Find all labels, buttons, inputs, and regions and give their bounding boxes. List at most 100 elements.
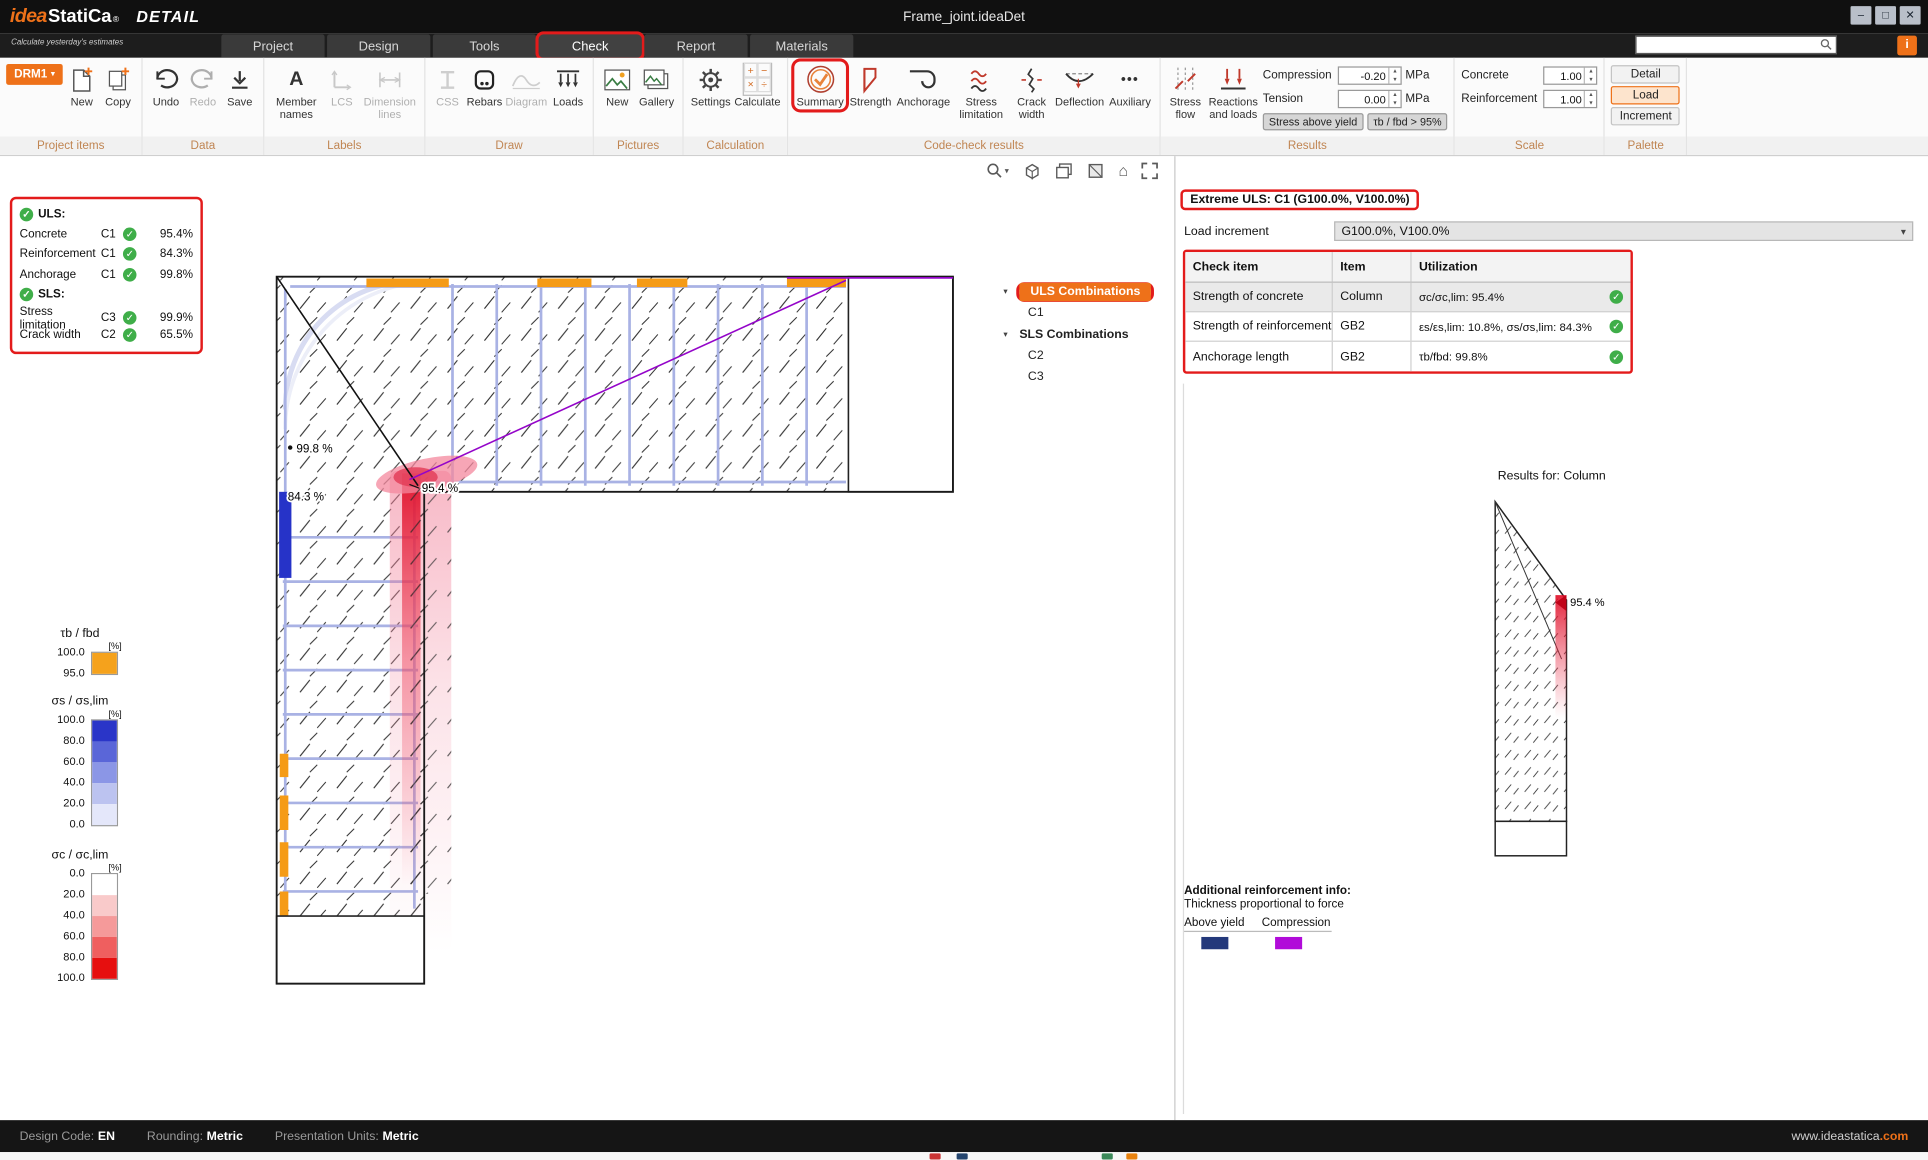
combination-c1[interactable]: C1 bbox=[1028, 306, 1044, 320]
legend-title: τb / fbd bbox=[37, 627, 123, 641]
palette-increment-button[interactable]: Increment bbox=[1611, 107, 1680, 125]
spinner-up-icon[interactable]: ▲ bbox=[1585, 91, 1596, 99]
taskbar-icon[interactable] bbox=[930, 1153, 941, 1159]
load-increment-select[interactable]: G100.0%, V100.0% ▾ bbox=[1334, 221, 1913, 241]
summary-row-crack-width[interactable]: Crack width C2 ✓ 65.5% bbox=[20, 325, 193, 345]
tree-node-uls[interactable]: ▾ ULS Combinations bbox=[1003, 280, 1151, 302]
settings-button[interactable]: Settings bbox=[690, 61, 732, 109]
table-row[interactable]: Strength of concrete Column σc/σc,lim: 9… bbox=[1185, 283, 1630, 313]
tension-row: Tension 0.00 ▲ ▼ MPa bbox=[1263, 87, 1448, 110]
copy-button[interactable]: Copy bbox=[101, 61, 135, 109]
css-label: CSS bbox=[436, 97, 459, 109]
crack-width-button[interactable]: Crack width bbox=[1011, 61, 1053, 121]
deflection-button[interactable]: Deflection bbox=[1055, 61, 1104, 109]
tab-check[interactable]: Check bbox=[539, 34, 642, 57]
undo-button[interactable]: Undo bbox=[149, 61, 183, 109]
strength-button[interactable]: Strength bbox=[848, 61, 892, 109]
tab-project[interactable]: Project bbox=[221, 34, 324, 57]
solid-view-button[interactable] bbox=[1086, 162, 1104, 179]
website-link[interactable]: www.ideastatica.com bbox=[1791, 1129, 1908, 1143]
model-canvas[interactable]: ▾ ⌂ ✓ ULS: Concrete C1 bbox=[0, 156, 1174, 1120]
table-row[interactable]: Anchorage length GB2 τb/fbd: 99.8%✓ bbox=[1185, 342, 1630, 372]
zoom-button[interactable]: ▾ bbox=[986, 162, 1009, 178]
fit-view-button[interactable] bbox=[1142, 162, 1159, 179]
tree-node-c1[interactable]: C1 bbox=[1028, 302, 1152, 323]
home-view-button[interactable]: ⌂ bbox=[1118, 161, 1128, 179]
col-header-item[interactable]: Item bbox=[1333, 252, 1412, 282]
stress-limitation-button[interactable]: Stress limitation bbox=[954, 61, 1008, 121]
stress-flow-button[interactable]: Stress flow bbox=[1167, 61, 1204, 121]
spinner-down-icon[interactable]: ▼ bbox=[1585, 99, 1596, 107]
new-project-item-button[interactable]: New bbox=[65, 61, 98, 109]
spinner-up-icon[interactable]: ▲ bbox=[1389, 68, 1400, 76]
member-names-label: Member names bbox=[271, 97, 323, 121]
taskbar-icon[interactable] bbox=[1126, 1153, 1137, 1159]
spinner-up-icon[interactable]: ▲ bbox=[1389, 91, 1400, 99]
tab-tools[interactable]: Tools bbox=[433, 34, 536, 57]
spinner-arrows[interactable]: ▲ ▼ bbox=[1388, 91, 1400, 107]
view-cube-button[interactable] bbox=[1022, 162, 1040, 179]
minimize-button[interactable]: – bbox=[1851, 6, 1872, 24]
tree-node-c3[interactable]: C3 bbox=[1028, 366, 1152, 387]
tree-node-c2[interactable]: C2 bbox=[1028, 346, 1152, 367]
ribbon-filler bbox=[1688, 58, 1928, 155]
info-button[interactable]: i bbox=[1897, 36, 1917, 56]
loads-button[interactable]: Loads bbox=[550, 61, 587, 109]
stress-flow-label: Stress flow bbox=[1167, 97, 1204, 121]
tb-fbd-toggle[interactable]: τb / fbd > 95% bbox=[1367, 113, 1448, 130]
tree-expand-icon[interactable]: ▾ bbox=[1003, 286, 1013, 296]
sls-combinations-item[interactable]: SLS Combinations bbox=[1019, 328, 1128, 342]
search-input[interactable] bbox=[1635, 36, 1837, 54]
spinner-arrows[interactable]: ▲ ▼ bbox=[1388, 68, 1400, 84]
anchorage-utilization-label: 99.8 % bbox=[296, 442, 332, 455]
summary-row-anchorage[interactable]: Anchorage C1 ✓ 99.8% bbox=[20, 264, 193, 284]
drm-dropdown[interactable]: DRM1 ▾ bbox=[6, 64, 63, 85]
spinner-down-icon[interactable]: ▼ bbox=[1389, 76, 1400, 84]
column-result-drawing[interactable]: 95.4 % bbox=[1463, 487, 1611, 871]
spinner-arrows[interactable]: ▲ ▼ bbox=[1584, 68, 1596, 84]
reinforcement-scale-input[interactable]: 1.00 ▲ ▼ bbox=[1544, 90, 1598, 108]
new-picture-button[interactable]: New bbox=[600, 61, 634, 109]
save-button[interactable]: Save bbox=[223, 61, 257, 109]
member-names-button[interactable]: A Member names bbox=[271, 61, 323, 121]
tension-input[interactable]: 0.00 ▲ ▼ bbox=[1338, 90, 1402, 108]
stress-above-yield-toggle[interactable]: Stress above yield bbox=[1263, 113, 1364, 130]
summary-row-stress-limitation[interactable]: Stress limitation C3 ✓ 99.9% bbox=[20, 304, 193, 324]
palette-load-button[interactable]: Load bbox=[1611, 86, 1680, 104]
close-button[interactable]: ✕ bbox=[1900, 6, 1921, 24]
summary-row-reinforcement[interactable]: Reinforcement C1 ✓ 84.3% bbox=[20, 244, 193, 264]
rebars-button[interactable]: Rebars bbox=[466, 61, 503, 109]
spinner-down-icon[interactable]: ▼ bbox=[1389, 99, 1400, 107]
group-caption-pictures: Pictures bbox=[594, 136, 683, 154]
spinner-down-icon[interactable]: ▼ bbox=[1585, 76, 1596, 84]
spinner-arrows[interactable]: ▲ ▼ bbox=[1584, 91, 1596, 107]
tab-design[interactable]: Design bbox=[327, 34, 430, 57]
auxiliary-button[interactable]: ••• Auxiliary bbox=[1107, 61, 1154, 109]
table-row[interactable]: Strength of reinforcement GB2 εs/εs,lim:… bbox=[1185, 312, 1630, 342]
summary-row-concrete[interactable]: Concrete C1 ✓ 95.4% bbox=[20, 224, 193, 244]
anchorage-button[interactable]: Anchorage bbox=[895, 61, 952, 109]
col-header-utilization[interactable]: Utilization bbox=[1412, 252, 1631, 282]
taskbar-icon[interactable] bbox=[1102, 1153, 1113, 1159]
maximize-button[interactable]: □ bbox=[1875, 6, 1896, 24]
layers-button[interactable] bbox=[1054, 162, 1072, 179]
compression-input[interactable]: -0.20 ▲ ▼ bbox=[1338, 66, 1402, 84]
tree-expand-icon[interactable]: ▾ bbox=[1003, 330, 1013, 340]
calculate-button[interactable]: +−×÷ Calculate bbox=[734, 61, 781, 109]
col-header-check-item[interactable]: Check item bbox=[1185, 252, 1333, 282]
combination-c3[interactable]: C3 bbox=[1028, 370, 1044, 384]
reactions-loads-button[interactable]: Reactions and loads bbox=[1206, 61, 1260, 121]
gallery-button[interactable]: Gallery bbox=[637, 61, 676, 109]
tree-node-sls[interactable]: ▾ SLS Combinations bbox=[1003, 323, 1151, 345]
tab-materials[interactable]: Materials bbox=[750, 34, 853, 57]
legend-cell bbox=[92, 783, 117, 804]
spinner-up-icon[interactable]: ▲ bbox=[1585, 68, 1596, 76]
chevron-down-icon[interactable]: ▾ bbox=[1005, 165, 1009, 175]
uls-combinations-item[interactable]: ULS Combinations bbox=[1019, 282, 1151, 300]
taskbar-icon[interactable] bbox=[957, 1153, 968, 1159]
palette-detail-button[interactable]: Detail bbox=[1611, 65, 1680, 83]
summary-button[interactable]: Summary bbox=[794, 61, 846, 109]
combination-c2[interactable]: C2 bbox=[1028, 349, 1044, 363]
concrete-scale-input[interactable]: 1.00 ▲ ▼ bbox=[1544, 66, 1598, 84]
tab-report[interactable]: Report bbox=[644, 34, 747, 57]
